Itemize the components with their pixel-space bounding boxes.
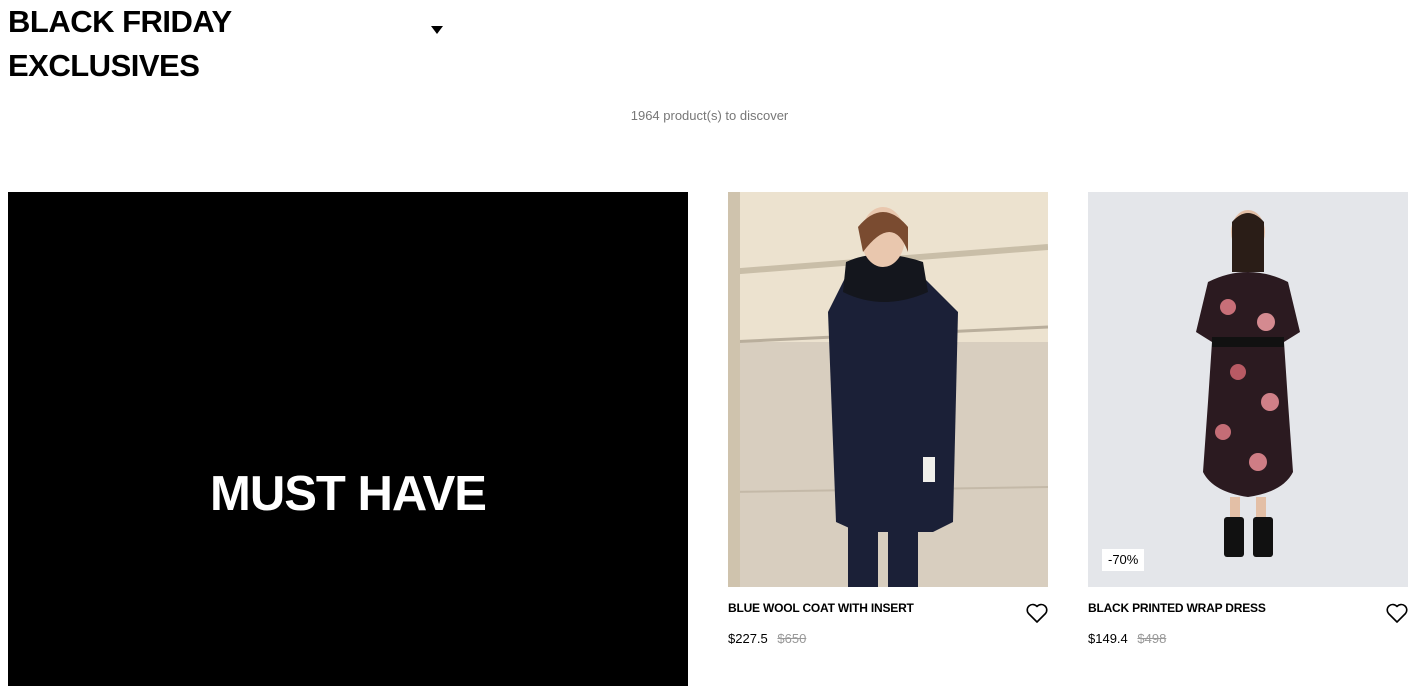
price-current: $149.4 xyxy=(1088,631,1128,646)
product-name[interactable]: BLACK PRINTED WRAP DRESS xyxy=(1088,601,1266,615)
page-title: BLACK FRIDAY EXCLUSIVES xyxy=(8,0,232,88)
caret-down-icon xyxy=(431,26,443,34)
price-row: $227.5 $650 xyxy=(728,631,806,646)
page: BLACK FRIDAY EXCLUSIVES 1964 product(s) … xyxy=(0,0,1419,686)
page-title-line-2: EXCLUSIVES xyxy=(8,48,200,83)
price-current: $227.5 xyxy=(728,631,768,646)
dress-photo xyxy=(1088,192,1408,587)
page-title-line-1: BLACK FRIDAY xyxy=(8,4,232,39)
product-image[interactable]: -70% xyxy=(1088,192,1408,587)
product-card: BLUE WOOL COAT WITH INSERT $227.5 $650 xyxy=(728,192,1048,646)
promo-banner[interactable]: MUST HAVE xyxy=(8,192,688,686)
price-row: $149.4 $498 xyxy=(1088,631,1166,646)
price-original: $498 xyxy=(1137,631,1167,646)
product-image[interactable] xyxy=(728,192,1048,587)
product-count: 1964 product(s) to discover xyxy=(630,108,789,123)
wishlist-button[interactable] xyxy=(1385,602,1409,624)
wishlist-button[interactable] xyxy=(1025,602,1049,624)
price-original: $650 xyxy=(777,631,807,646)
product-name[interactable]: BLUE WOOL COAT WITH INSERT xyxy=(728,601,914,615)
category-dropdown-button[interactable] xyxy=(428,22,446,38)
promo-title: MUST HAVE xyxy=(210,467,487,521)
heart-outline-icon xyxy=(1026,603,1048,623)
coat-photo xyxy=(728,192,1048,587)
product-card: -70% BLACK PRINTED WRAP DRESS $149.4 $49… xyxy=(1088,192,1408,646)
heart-outline-icon xyxy=(1386,603,1408,623)
discount-badge: -70% xyxy=(1102,549,1145,571)
